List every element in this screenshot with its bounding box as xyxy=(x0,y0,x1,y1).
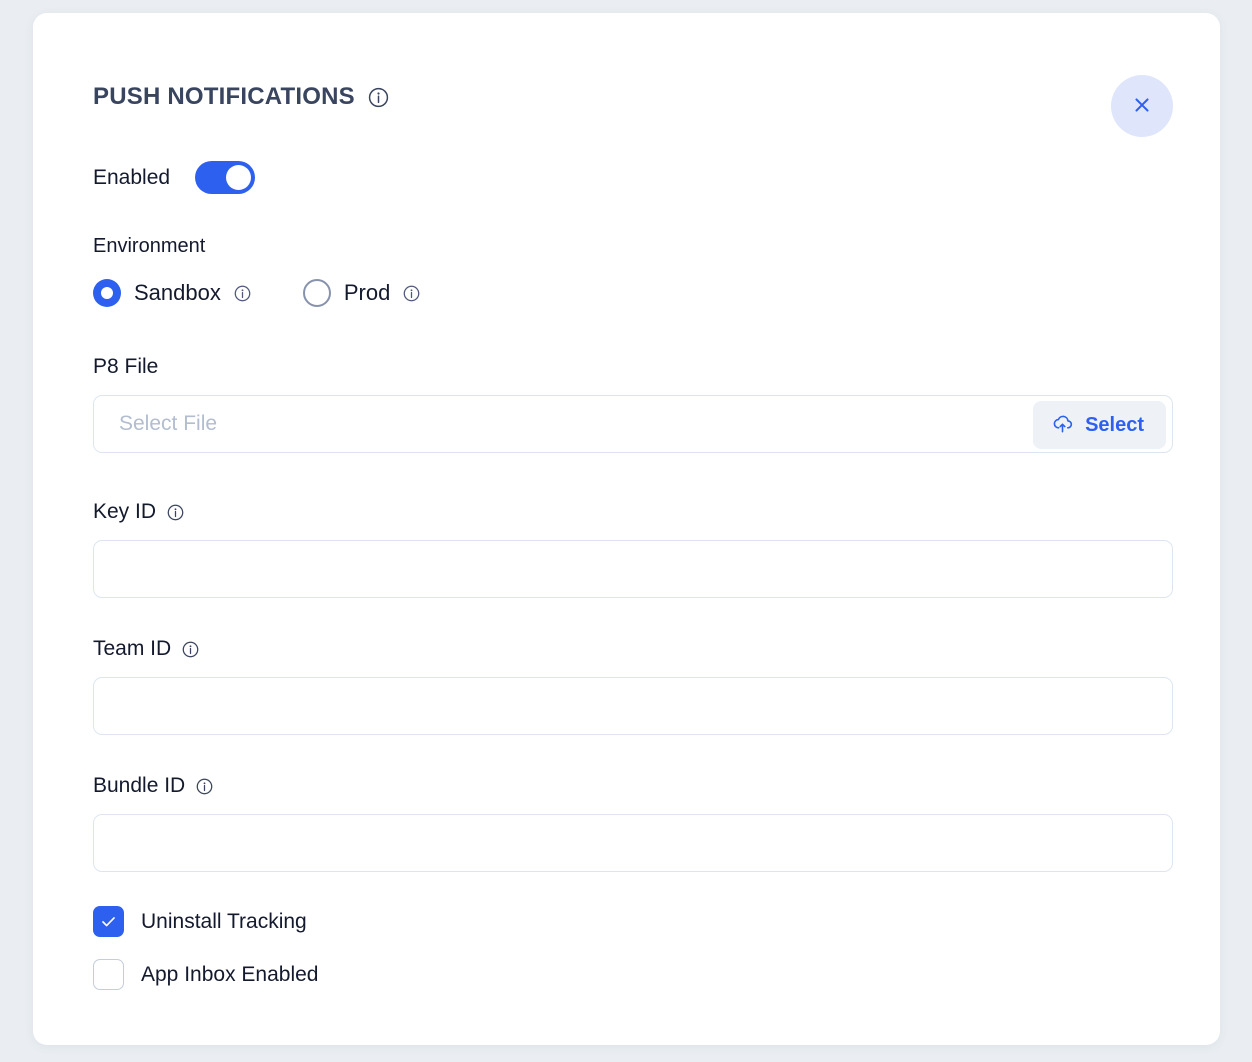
team-id-input[interactable] xyxy=(93,677,1173,735)
select-file-button[interactable]: Select xyxy=(1033,401,1166,449)
bundle-id-input[interactable] xyxy=(93,814,1173,872)
checkbox-label-uninstall-tracking: Uninstall Tracking xyxy=(141,910,307,933)
bundle-id-field: Bundle ID xyxy=(93,774,1173,872)
enabled-toggle[interactable] xyxy=(195,161,256,194)
team-id-label: Team ID xyxy=(93,637,172,660)
info-icon[interactable] xyxy=(196,778,213,795)
environment-radio-row: Sandbox Prod xyxy=(93,279,420,307)
key-id-label-row: Key ID xyxy=(93,500,1173,524)
radio-sandbox[interactable] xyxy=(93,279,121,307)
enabled-label: Enabled xyxy=(93,165,171,189)
info-icon[interactable] xyxy=(368,87,389,108)
p8-file-input[interactable]: Select File Select xyxy=(93,395,1173,453)
checkbox-label-app-inbox-enabled: App Inbox Enabled xyxy=(141,963,319,986)
radio-option-sandbox[interactable]: Sandbox xyxy=(93,279,251,307)
select-file-button-label: Select xyxy=(1085,414,1144,436)
info-icon[interactable] xyxy=(167,504,184,521)
p8-file-label: P8 File xyxy=(93,355,159,378)
radio-prod[interactable] xyxy=(302,279,331,307)
page-title: PUSH NOTIFICATIONS xyxy=(93,83,355,110)
radio-label-prod: Prod xyxy=(343,280,391,305)
team-id-field: Team ID xyxy=(93,637,1173,735)
team-id-label-row: Team ID xyxy=(93,637,1173,661)
radio-label-sandbox: Sandbox xyxy=(134,280,221,305)
radio-option-prod[interactable]: Prod xyxy=(302,279,420,307)
environment-group: Environment Sandbox Prod xyxy=(93,235,420,307)
checkbox-row-uninstall-tracking[interactable]: Uninstall Tracking xyxy=(93,906,318,937)
checkbox-row-app-inbox-enabled[interactable]: App Inbox Enabled xyxy=(93,959,318,990)
info-icon[interactable] xyxy=(403,285,420,302)
title-row: PUSH NOTIFICATIONS xyxy=(93,85,389,109)
environment-label: Environment xyxy=(93,235,206,257)
checkbox-group: Uninstall Tracking App Inbox Enabled xyxy=(93,906,318,990)
close-icon xyxy=(1131,94,1153,119)
key-id-input[interactable] xyxy=(93,540,1173,598)
close-button[interactable] xyxy=(1111,75,1173,137)
cloud-upload-icon xyxy=(1051,412,1074,438)
bundle-id-label-row: Bundle ID xyxy=(93,774,1173,798)
toggle-knob xyxy=(226,165,252,190)
panel-header: PUSH NOTIFICATIONS xyxy=(93,75,1173,137)
checkbox-app-inbox-enabled[interactable] xyxy=(93,959,124,990)
p8-file-label-row: P8 File xyxy=(93,355,1173,379)
p8-file-placeholder: Select File xyxy=(119,412,218,435)
push-notifications-panel: PUSH NOTIFICATIONS Enabled Environment S… xyxy=(33,13,1220,1045)
checkbox-uninstall-tracking[interactable] xyxy=(93,906,124,937)
info-icon[interactable] xyxy=(234,285,251,302)
key-id-field: Key ID xyxy=(93,500,1173,598)
enabled-row: Enabled xyxy=(93,161,256,194)
p8-file-field: P8 File Select File Select xyxy=(93,355,1173,453)
info-icon[interactable] xyxy=(182,641,199,658)
key-id-label: Key ID xyxy=(93,500,157,523)
bundle-id-label: Bundle ID xyxy=(93,774,186,797)
